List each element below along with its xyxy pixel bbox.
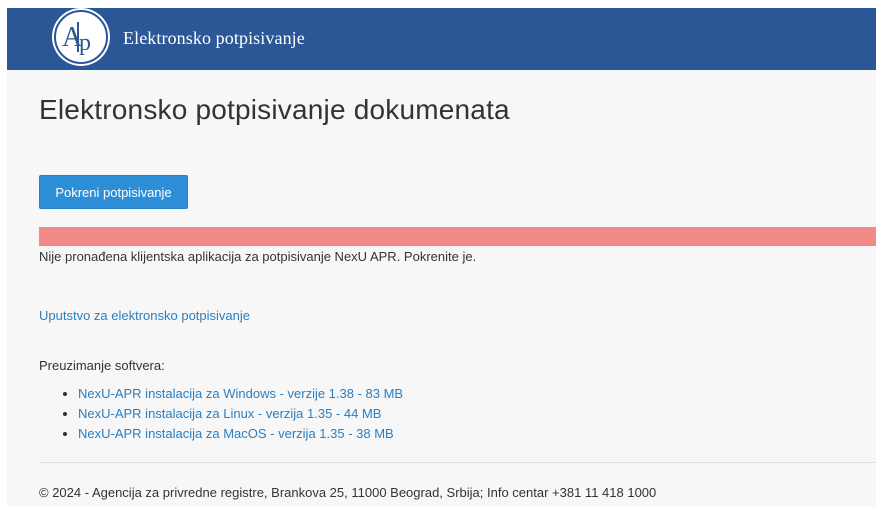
guide-link[interactable]: Uputstvo za elektronsko potpisivanje (39, 308, 250, 323)
apr-logo-icon: A p (62, 22, 91, 56)
svg-text:p: p (79, 30, 91, 56)
main-content: Elektronsko potpisivanje dokumenata Pokr… (7, 70, 876, 506)
page-title: Elektronsko potpisivanje dokumenata (39, 94, 510, 125)
download-link-windows[interactable]: NexU-APR instalacija za Windows - verzij… (78, 386, 403, 401)
list-item: NexU-APR instalacija za Linux - verzija … (39, 404, 403, 424)
browser-viewport: A p Elektronsko potpisivanje Elektronsko… (0, 0, 876, 506)
footer-text: © 2024 - Agencija za privredne registre,… (39, 485, 657, 500)
footer-divider (39, 462, 876, 463)
download-label: Preuzimanje softvera: (39, 358, 165, 373)
download-link-linux[interactable]: NexU-APR instalacija za Linux - verzija … (78, 406, 381, 421)
list-item: NexU-APR instalacija za Windows - verzij… (39, 384, 403, 404)
download-list: NexU-APR instalacija za Windows - verzij… (39, 384, 403, 444)
bullet-icon (63, 412, 67, 416)
download-link-macos[interactable]: NexU-APR instalacija za MacOS - verzija … (78, 426, 394, 441)
alert-message: Nije pronađena klijentska aplikacija za … (39, 249, 477, 264)
alert-bar (39, 227, 876, 246)
apr-logo[interactable]: A p (54, 10, 108, 64)
top-header-bar: A p Elektronsko potpisivanje (7, 8, 876, 70)
bullet-icon (63, 392, 67, 396)
list-item: NexU-APR instalacija za MacOS - verzija … (39, 424, 403, 444)
start-signing-button[interactable]: Pokreni potpisivanje (39, 175, 188, 209)
app-title[interactable]: Elektronsko potpisivanje (123, 28, 305, 49)
bullet-icon (63, 432, 67, 436)
